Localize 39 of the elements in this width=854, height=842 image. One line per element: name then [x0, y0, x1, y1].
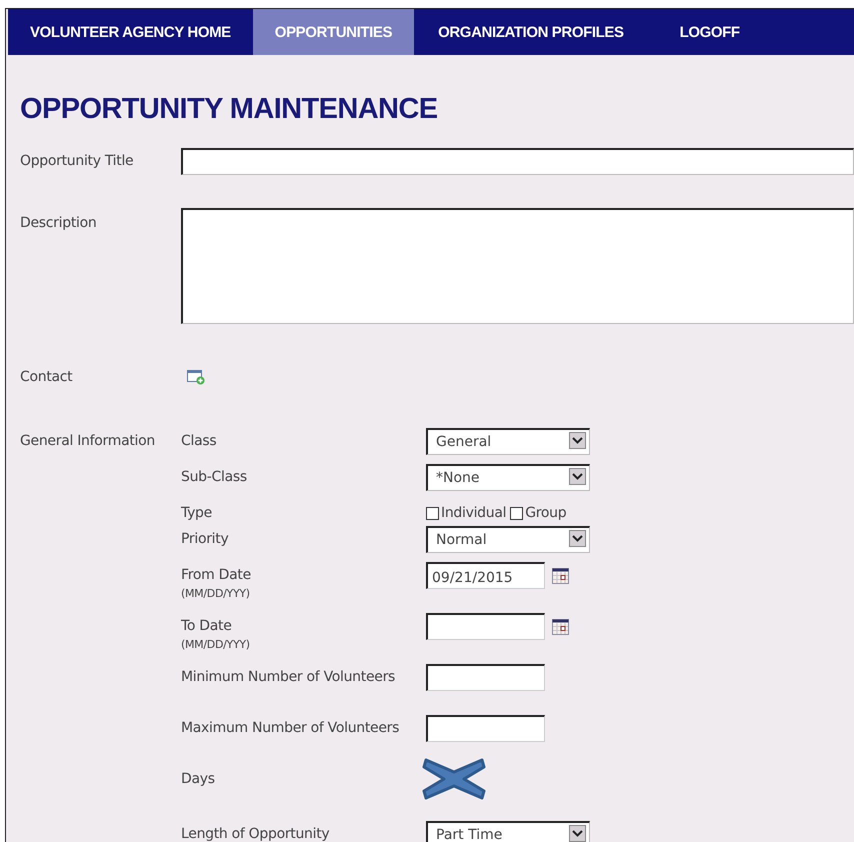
number-input-field[interactable]	[426, 715, 545, 742]
field-label: Contact	[20, 368, 74, 387]
date-input-field[interactable]: 09/21/2015	[426, 562, 545, 589]
format-hint: (MM/DD/YYY)	[181, 639, 251, 651]
field-label: Type	[181, 505, 212, 521]
checkbox[interactable]	[426, 506, 439, 520]
title-input-field[interactable]	[181, 148, 854, 175]
field-label: Class	[181, 433, 216, 449]
nav-tab[interactable]: ORGANIZATION PROFILES	[414, 9, 648, 55]
date-input-field[interactable]	[426, 613, 545, 640]
add-window-icon[interactable]	[187, 370, 205, 384]
field-label: Length of Opportunity	[181, 826, 330, 842]
dropdown[interactable]: *None	[426, 464, 590, 491]
cross-mark-icon	[420, 756, 488, 802]
number-input-field[interactable]	[426, 664, 545, 691]
dropdown[interactable]: Normal	[426, 526, 590, 553]
field-label: Days	[181, 771, 215, 787]
field-label: From Date	[181, 567, 251, 583]
nav-tab[interactable]: VOLUNTEER AGENCY HOME	[8, 9, 253, 55]
field-label: Minimum Number of Volunteers	[181, 669, 396, 685]
checkbox[interactable]	[510, 506, 524, 520]
dropdown[interactable]: Part Time	[426, 821, 590, 842]
field-label: Sub-Class	[181, 469, 247, 485]
page-title: OPPORTUNITY MAINTENANCE	[20, 93, 438, 126]
nav-tab[interactable]: OPPORTUNITIES	[252, 9, 414, 55]
format-hint: (MM/DD/YYY)	[181, 588, 251, 600]
checkbox-label: Group	[525, 504, 566, 523]
checkbox-label: Individual	[441, 504, 506, 523]
field-label: Opportunity Title	[20, 152, 134, 171]
field-label: Description	[20, 214, 98, 233]
calendar-icon[interactable]	[552, 619, 569, 635]
field-label: Maximum Number of Volunteers	[181, 720, 400, 736]
nav-tab[interactable]: LOGOFF	[648, 9, 772, 55]
field-label: Priority	[181, 531, 228, 547]
dropdown[interactable]: General	[426, 428, 590, 455]
description-input-field[interactable]	[181, 208, 854, 324]
calendar-icon[interactable]	[552, 568, 569, 584]
field-label: To Date	[181, 618, 232, 634]
section-label: General Information	[20, 432, 156, 451]
